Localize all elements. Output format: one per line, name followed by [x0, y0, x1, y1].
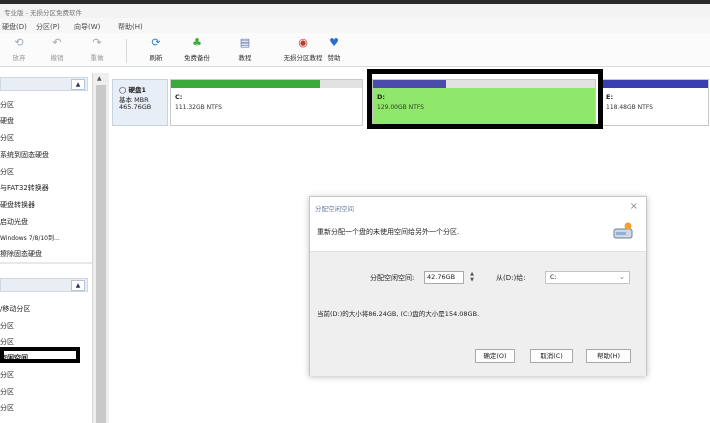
- partition-info: 111.32GB NTFS: [175, 104, 222, 111]
- tutorial-button[interactable]: ▤ 教程: [228, 36, 262, 62]
- title-bar: 专业版 - 无损分区免费软件: [0, 4, 710, 18]
- sidebar-item[interactable]: 分区: [0, 133, 14, 143]
- sidebar-item[interactable]: 系统到固态硬盘: [0, 150, 49, 160]
- from-label: 从(D:)给:: [496, 274, 526, 282]
- tutorial-icon: ▤: [239, 36, 251, 49]
- partition-c[interactable]: C: 111.32GB NTFS: [170, 79, 363, 126]
- window-title: 专业版 - 无损分区免费软件: [4, 9, 82, 17]
- usage-bar: [602, 80, 708, 88]
- sidebar: ▲ 分区 硬盘 分区 系统到固态硬盘 分区 与FAT32转换器 硬盘转换器 启动…: [0, 67, 92, 423]
- undo-icon: ↶: [52, 36, 62, 49]
- menu-disk[interactable]: 硬盘(D): [2, 22, 27, 32]
- sponsor-button[interactable]: ♥ 赞助: [317, 36, 351, 62]
- sidebar-item[interactable]: 分区: [0, 100, 14, 110]
- collapse-up-icon[interactable]: ▲: [71, 79, 85, 90]
- free-backup-button[interactable]: ♣ 免费备份: [180, 36, 214, 62]
- size-summary: 当前(D:)的大小将86.24GB, (C:)盘的大小是154.08GB.: [317, 310, 480, 318]
- sidebar-item[interactable]: 启动光盘: [0, 217, 28, 227]
- menu-wizard[interactable]: 向导(W): [74, 22, 100, 32]
- disk-allocate-icon: [613, 222, 633, 239]
- cancel-button[interactable]: 取消(C): [530, 349, 573, 363]
- redo-button[interactable]: ↷ 重做: [80, 36, 114, 62]
- sponsor-icon: ♥: [329, 36, 339, 49]
- sidebar-scrollbar[interactable]: ▲: [92, 73, 109, 423]
- sidebar-item[interactable]: Windows 7/8/10到...: [0, 233, 60, 242]
- backup-icon: ♣: [192, 36, 202, 49]
- usage-fill: [171, 80, 320, 88]
- toolbar-separator: [126, 39, 127, 63]
- disk-info[interactable]: ◯ 硬盘1 基本 MBR 465.76GB: [112, 79, 168, 126]
- sidebar-item[interactable]: 分区: [0, 337, 14, 347]
- sidebar-divider: [0, 262, 92, 264]
- dialog-description: 重新分配一个盘的未使用空间给另外一个分区.: [317, 228, 460, 236]
- usage-bar: [171, 80, 362, 88]
- disk-name: ◯ 硬盘1: [119, 86, 147, 94]
- sidebar-item[interactable]: 与FAT32转换器: [0, 183, 49, 193]
- dialog-title: 分配空闲空间: [315, 205, 354, 213]
- sidebar-item[interactable]: 分区: [0, 403, 14, 413]
- collapse-up-icon[interactable]: ▲: [71, 280, 85, 291]
- undo-button[interactable]: ↶ 撤销: [40, 36, 74, 62]
- menu-help[interactable]: 帮助(H): [118, 22, 143, 32]
- highlight-box: [0, 347, 80, 363]
- sidebar-item[interactable]: 分区: [0, 370, 14, 380]
- sidebar-item[interactable]: /移动分区: [0, 304, 30, 314]
- disk-size: 465.76GB: [119, 103, 152, 111]
- sidebar-item[interactable]: 分区: [0, 167, 14, 177]
- allocate-free-space-dialog: 分配空闲空间 × 重新分配一个盘的未使用空间给另外一个分区. 分配空闲空间: 4…: [309, 196, 647, 376]
- redo-icon: ↷: [92, 36, 102, 49]
- usage-fill: [602, 80, 708, 88]
- target-partition-value: C:: [550, 273, 557, 281]
- operations-panel-header: ▲: [0, 278, 88, 292]
- sidebar-item[interactable]: 擦除固态硬盘: [0, 249, 42, 259]
- scroll-thumb[interactable]: [96, 85, 106, 423]
- help-button[interactable]: 帮助(H): [586, 349, 631, 363]
- refresh-button[interactable]: ⟳ 刷新: [139, 36, 173, 62]
- partition-name: C:: [175, 93, 183, 101]
- wizard-panel-header: ▲: [0, 77, 88, 91]
- ok-button[interactable]: 确定(O): [475, 349, 515, 363]
- partition-name: E:: [606, 93, 614, 101]
- refresh-icon: ⟳: [151, 36, 161, 49]
- sidebar-item[interactable]: 硬盘转换器: [0, 200, 35, 210]
- discard-button[interactable]: ⟲ 放弃: [2, 36, 36, 62]
- menu-partition[interactable]: 分区(P): [36, 22, 60, 32]
- highlight-box: [367, 69, 603, 129]
- chevron-down-icon: ⌄: [619, 273, 625, 281]
- size-label: 分配空闲空间:: [370, 274, 415, 282]
- dialog-body: 分配空闲空间: 42.76GB ▲ ▼ 从(D:)给: C: ⌄ 当前(D:)的大…: [310, 251, 646, 376]
- sidebar-item[interactable]: 硬盘: [0, 116, 14, 126]
- menu-bar: 硬盘(D) 分区(P) 向导(W) 帮助(H): [0, 18, 710, 33]
- partition-e[interactable]: E: 118.48GB NTFS: [601, 79, 709, 126]
- size-input[interactable]: 42.76GB: [424, 271, 464, 284]
- toolbar: ⟲ 放弃 ↶ 撤销 ↷ 重做 ⟳ 刷新 ♣ 免费备份 ▤ 教程 ◉ 无损分区教程…: [0, 33, 710, 67]
- target-partition-select[interactable]: C: ⌄: [545, 271, 630, 284]
- sidebar-item[interactable]: 分区: [0, 321, 14, 331]
- partition-info: 118.48GB NTFS: [606, 104, 653, 111]
- sidebar-item[interactable]: 分区: [0, 387, 14, 397]
- discard-icon: ⟲: [14, 36, 24, 49]
- close-icon[interactable]: ×: [630, 201, 638, 212]
- scroll-up-icon[interactable]: ▲: [97, 75, 102, 82]
- size-spinner[interactable]: ▲ ▼: [468, 271, 476, 284]
